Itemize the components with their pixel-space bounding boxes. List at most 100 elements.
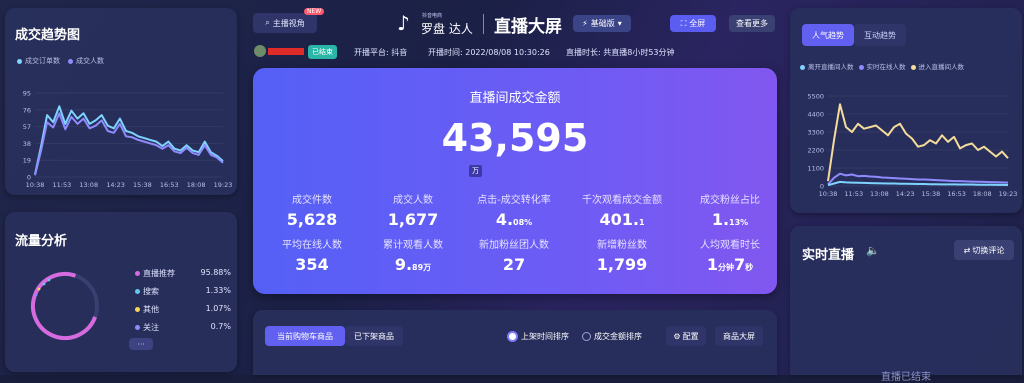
view-more-button[interactable]: 查看更多 xyxy=(729,15,775,32)
x-tick-label: 16:53 xyxy=(160,181,179,189)
douyin-logo-icon: ♪ xyxy=(397,11,410,35)
stat-value: 9.89万 xyxy=(394,255,432,274)
traffic-source-1: 直播推荐 95.88% xyxy=(135,268,231,279)
x-tick-label: 14:23 xyxy=(896,190,915,198)
x-tick-label: 11:53 xyxy=(844,190,863,198)
stat-item: 新加粉丝团人数 27 xyxy=(459,236,569,274)
y-tick-label: 57 xyxy=(23,123,31,131)
gear-icon: ⚙ xyxy=(673,331,681,341)
fullscreen-button[interactable]: ⛶ 全屏 xyxy=(670,15,716,32)
stat-label: 成交粉丝占比 xyxy=(700,195,760,206)
stat-value: 354 xyxy=(295,255,329,274)
y-tick-label: 38 xyxy=(23,140,31,148)
avatar xyxy=(254,45,266,57)
stat-label: 人均观看时长 xyxy=(700,240,760,251)
series-line xyxy=(827,103,1009,182)
live-panel: 实时直播 🔈 ⇄ 切换评论 直播已结束 xyxy=(790,226,1022,383)
traffic-source-2: 搜索 1.33% xyxy=(135,286,231,297)
y-tick-label: 95 xyxy=(23,90,31,98)
live-duration: 直播时长: 共直播8小时53分钟 xyxy=(566,48,675,57)
legend-leave: 离开直播间人数 xyxy=(800,61,854,71)
chevron-down-icon: ▾ xyxy=(617,19,622,28)
search-icon: ⌕ xyxy=(265,18,270,27)
x-tick-label: 10:38 xyxy=(26,181,45,189)
deal-trend-chart: 9576573819010:38 11:53 13:08 14:23 15:38 16:5… xyxy=(23,90,233,190)
stat-label: 平均在线人数 xyxy=(282,240,342,251)
stat-label: 新加粉丝团人数 xyxy=(479,240,549,251)
stat-item: 累计观看人数 9.89万 xyxy=(358,236,468,274)
stat-label: 点击-成交转化率 xyxy=(477,195,551,206)
radio-icon xyxy=(582,331,591,341)
status-badge: 已结束 xyxy=(308,45,337,59)
x-tick-label: 13:08 xyxy=(870,190,889,198)
stat-value: 27 xyxy=(502,255,526,274)
series-line xyxy=(34,112,224,176)
speaker-icon: 🔈 xyxy=(866,244,880,257)
product-screen-button[interactable]: 商品大屏 xyxy=(715,326,763,346)
stat-item: 人均观看时长 1分钟7秒 xyxy=(675,236,785,274)
sort-by-sales[interactable]: 成交金额排序 xyxy=(575,328,649,344)
switch-icon: ⇄ xyxy=(963,245,971,255)
stat-label: 成交件数 xyxy=(292,195,332,206)
stat-item: 成交人数 1,677 xyxy=(358,191,468,229)
x-tick-label: 16:53 xyxy=(947,190,966,198)
stat-item: 千次观看成交金额 401.1 xyxy=(567,191,677,229)
version-select[interactable]: ⚡ 基础版 ▾ xyxy=(573,15,631,32)
popularity-chart: 55004400330022001100010:38 11:53 13:08 14:2… xyxy=(807,93,1018,199)
x-tick-label: 10:38 xyxy=(819,190,838,198)
traffic-source-4: 关注 0.7% xyxy=(135,322,231,333)
live-start-time: 开播时间: 2022/08/08 10:30:26 xyxy=(428,48,550,57)
y-tick-label: 3300 xyxy=(807,129,824,137)
tab-current-products[interactable]: 当前购物车商品 xyxy=(265,326,345,346)
traffic-title: 流量分析 xyxy=(15,234,68,249)
traffic-more-button[interactable]: ··· xyxy=(129,338,153,350)
x-tick-label: 15:38 xyxy=(921,190,940,198)
popularity-panel: 人气趋势 互动趋势 离开直播间人数 实时在线人数 进入直播间人数 5500 440… xyxy=(790,8,1022,213)
tab-interaction[interactable]: 互动趋势 xyxy=(854,24,906,46)
switch-comments-button[interactable]: ⇄ 切换评论 xyxy=(954,240,1014,260)
stat-value: 1,677 xyxy=(387,210,439,229)
x-tick-label: 11:53 xyxy=(52,181,71,189)
y-tick-label: 5500 xyxy=(807,93,824,101)
y-tick-label: 19 xyxy=(23,157,31,165)
deal-trend-panel: 成交趋势图 成交订单数 成交人数 95 76 57 38 19 0 10:38 11:53 13… xyxy=(5,8,237,195)
stat-value: 401.1 xyxy=(599,210,645,229)
stat-value: 4.08% xyxy=(495,210,533,229)
new-badge: NEW xyxy=(304,8,325,15)
stat-item: 点击-成交转化率 4.08% xyxy=(459,191,569,229)
stat-label: 千次观看成交金额 xyxy=(582,195,662,206)
x-tick-label: 19:23 xyxy=(999,190,1018,198)
tab-removed-products[interactable]: 已下架商品 xyxy=(345,326,403,346)
redacted-name xyxy=(268,48,304,55)
y-tick-label: 76 xyxy=(23,106,31,114)
x-tick-label: 15:38 xyxy=(133,181,152,189)
stat-item: 新增粉丝数 1,799 xyxy=(567,236,677,274)
anchor-view-button[interactable]: ⌕ 主播视角 xyxy=(253,13,317,33)
series-line xyxy=(34,105,224,175)
popularity-legend: 离开直播间人数 实时在线人数 进入直播间人数 xyxy=(800,61,964,71)
stat-item: 成交粉丝占比 1.13% xyxy=(675,191,785,229)
x-tick-label: 13:08 xyxy=(79,181,98,189)
fullscreen-icon: ⛶ xyxy=(680,18,687,28)
traffic-source-3: 其他 1.07% xyxy=(135,304,231,315)
sort-by-launch-time[interactable]: 上架时间排序 xyxy=(501,328,575,344)
stat-label: 新增粉丝数 xyxy=(597,240,647,251)
x-tick-label: 14:23 xyxy=(106,181,125,189)
stat-item: 成交件数 5,628 xyxy=(257,191,367,229)
stat-label: 累计观看人数 xyxy=(383,240,443,251)
live-title: 实时直播 xyxy=(802,248,855,263)
stat-label: 成交人数 xyxy=(393,195,433,206)
products-panel: 当前购物车商品 已下架商品 上架时间排序 成交金额排序 ⚙ 配置 商品大屏 xyxy=(253,310,777,375)
lightning-icon: ⚡ xyxy=(582,19,588,28)
x-tick-label: 18:08 xyxy=(187,181,206,189)
config-button[interactable]: ⚙ 配置 xyxy=(666,326,706,346)
tab-popularity[interactable]: 人气趋势 xyxy=(802,24,854,46)
header-divider xyxy=(483,14,484,34)
legend-online: 实时在线人数 xyxy=(858,61,906,71)
radio-selected-icon xyxy=(507,330,518,342)
live-platform: 开播平台: 抖音 xyxy=(354,48,408,57)
stat-value: 1,799 xyxy=(596,255,648,274)
y-tick-label: 4400 xyxy=(807,111,824,119)
stat-item: 平均在线人数 354 xyxy=(257,236,367,274)
brand-small: 抖音电商 xyxy=(422,13,443,19)
